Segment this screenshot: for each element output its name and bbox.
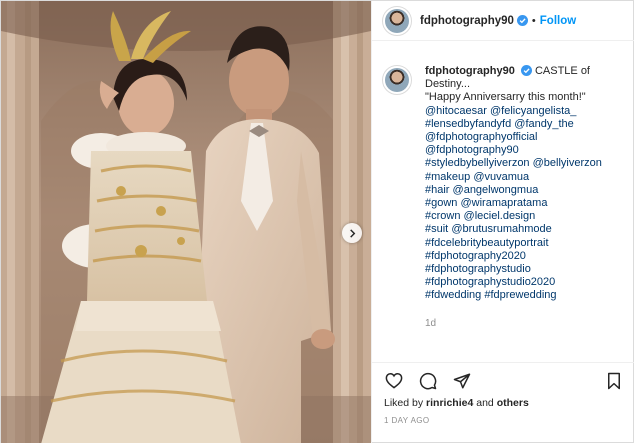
- caption-line: @fdphotographyofficial: [425, 131, 630, 144]
- caption-line: #makeup @vuvamua: [425, 171, 630, 184]
- caption-line: #hair @angelwongmua: [425, 184, 630, 197]
- mention-link[interactable]: @wiramapratama: [460, 197, 547, 209]
- caption-line: @fdphotography90: [425, 144, 630, 157]
- caption-line: #fdwedding #fdprewedding: [425, 289, 630, 302]
- bookmark-icon: [608, 372, 620, 389]
- likes-suffix: and: [476, 397, 494, 409]
- mention-link[interactable]: @fdphotography90: [425, 144, 519, 156]
- action-bar: [372, 362, 634, 398]
- hashtag-link[interactable]: #suit: [425, 223, 448, 235]
- caption-line: #fdphotographystudio2020: [425, 276, 630, 289]
- follow-button[interactable]: Follow: [540, 15, 576, 27]
- hashtag-link[interactable]: #fdphotographystudio: [425, 263, 531, 275]
- caption-line: Destiny...: [425, 78, 471, 91]
- mention-link[interactable]: @vuvamua: [473, 171, 529, 183]
- mention-link[interactable]: @fdphotographyofficial: [425, 131, 537, 143]
- mention-link[interactable]: @fandy_the: [514, 118, 574, 130]
- hashtag-link[interactable]: #fdwedding: [425, 289, 481, 301]
- caption-line: "Happy Anniversarry this month!": [425, 91, 586, 104]
- caption-body: fdphotography90 CASTLE of Destiny... "Ha…: [425, 65, 630, 330]
- mention-link[interactable]: @angelwongmua: [453, 184, 539, 196]
- hashtag-link[interactable]: #gown: [425, 197, 457, 209]
- hashtag-link[interactable]: #crown: [425, 210, 460, 222]
- caption-username[interactable]: fdphotography90: [425, 65, 515, 77]
- hashtag-link[interactable]: #fdprewedding: [484, 289, 556, 301]
- caption-line: #styledbybellyiverzon @bellyiverzon: [425, 157, 630, 170]
- chevron-right-icon: [349, 228, 355, 238]
- post-details-panel: fdphotography90 • Follow fdphotography90…: [371, 1, 634, 443]
- caption-avatar[interactable]: [382, 65, 412, 95]
- mention-link[interactable]: @felicyangelista_: [490, 105, 576, 117]
- post-date[interactable]: 1 DAY AGO: [384, 416, 430, 425]
- caption-line: #fdphotographystudio: [425, 263, 630, 276]
- comment-icon: [419, 372, 437, 389]
- post-photo[interactable]: [1, 1, 371, 443]
- hashtag-link[interactable]: #styledbybellyiverzon: [425, 157, 530, 169]
- liked-by-others-link[interactable]: others: [497, 397, 529, 409]
- separator-dot: •: [531, 14, 536, 27]
- share-button[interactable]: [452, 371, 472, 391]
- hashtag-link[interactable]: #lensedbyfandyfd: [425, 118, 511, 130]
- hashtag-link[interactable]: #fdphotographystudio2020: [425, 276, 555, 288]
- save-button[interactable]: [604, 371, 624, 391]
- caption-line: CASTLE of: [534, 65, 590, 77]
- mention-link[interactable]: @leciel.design: [464, 210, 536, 222]
- verified-badge-icon: [516, 15, 528, 26]
- caption-line: #suit @brutusrumahmode: [425, 223, 630, 236]
- hashtag-link[interactable]: #fdcelebritybeautyportrait: [425, 237, 549, 249]
- mention-link[interactable]: @bellyiverzon: [533, 157, 602, 169]
- comment-age: 1d: [425, 317, 437, 329]
- likes-summary: Liked by rinrichie4 and others: [384, 397, 529, 409]
- likes-prefix: Liked by: [384, 397, 424, 409]
- caption-line: #fdcelebritybeautyportrait: [425, 237, 630, 250]
- caption-line: #fdphotography2020: [425, 250, 630, 263]
- caption-line: #crown @leciel.design: [425, 210, 630, 223]
- mention-link[interactable]: @brutusrumahmode: [451, 223, 551, 235]
- verified-badge-icon: [520, 65, 532, 76]
- carousel-next-button[interactable]: [342, 223, 362, 243]
- caption-line: #gown @wiramapratama: [425, 197, 630, 210]
- share-icon: [453, 373, 471, 388]
- liked-by-user-link[interactable]: rinrichie4: [426, 397, 473, 409]
- header-username[interactable]: fdphotography90: [420, 15, 514, 27]
- hashtag-link[interactable]: #hair: [425, 184, 449, 196]
- mention-link[interactable]: @hitocaesar: [425, 105, 487, 117]
- like-button[interactable]: [384, 371, 404, 391]
- instagram-post-embed: fdphotography90 • Follow fdphotography90…: [0, 0, 634, 443]
- caption-line: #lensedbyfandyfd @fandy_the: [425, 118, 630, 131]
- hashtag-link[interactable]: #fdphotography2020: [425, 250, 526, 262]
- hashtag-link[interactable]: #makeup: [425, 171, 470, 183]
- avatar[interactable]: [382, 5, 412, 36]
- post-header: fdphotography90 • Follow: [372, 1, 634, 41]
- heart-icon: [385, 372, 403, 389]
- caption-comment: fdphotography90 CASTLE of Destiny... "Ha…: [382, 65, 632, 330]
- couple-portrait-image: [1, 1, 371, 443]
- caption-line: @hitocaesar @felicyangelista_: [425, 105, 630, 118]
- comment-button[interactable]: [418, 371, 438, 391]
